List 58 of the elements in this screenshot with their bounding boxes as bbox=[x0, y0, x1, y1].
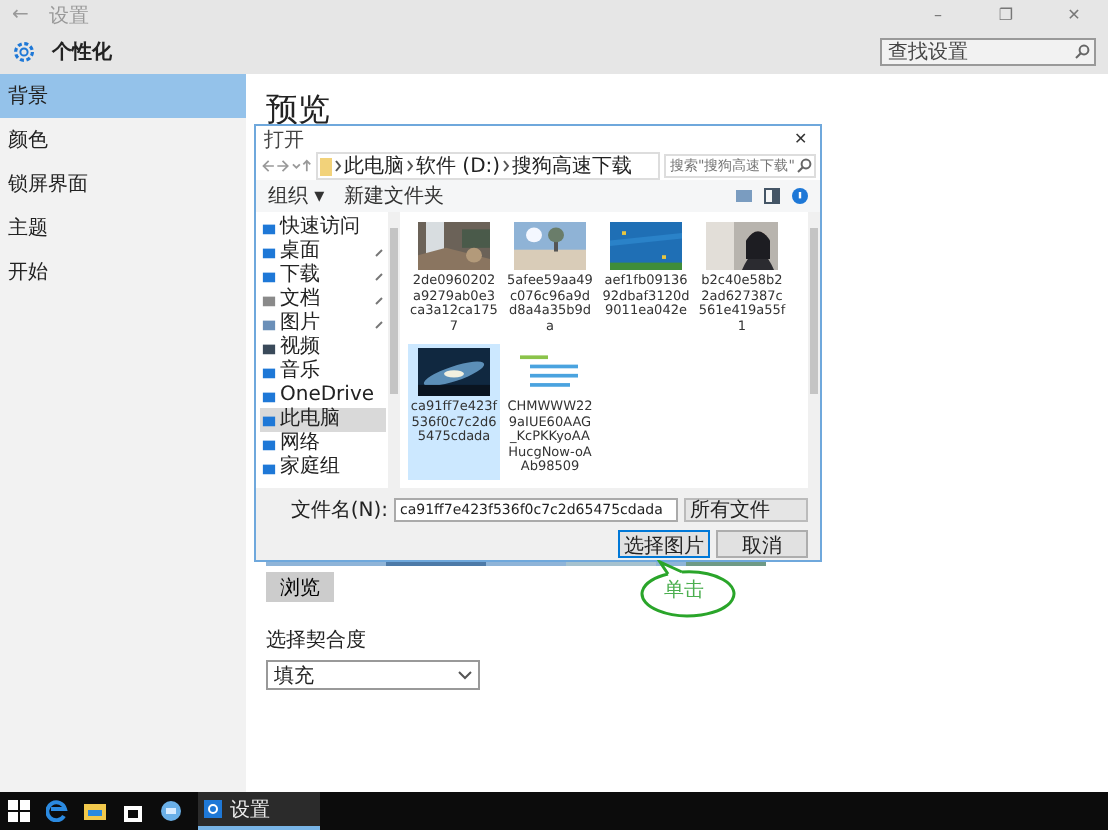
folder-icon[interactable] bbox=[84, 800, 106, 822]
select-button[interactable]: 选择图片 bbox=[618, 530, 710, 558]
windows-icon[interactable] bbox=[8, 800, 30, 822]
section-heading: 预览 bbox=[266, 90, 330, 129]
nav-item[interactable]: 文档 bbox=[260, 288, 386, 312]
chevron-right-icon bbox=[502, 160, 511, 172]
sidebar-item[interactable]: 背景 bbox=[0, 74, 246, 118]
chevron-right-icon bbox=[406, 160, 414, 172]
view-icon[interactable] bbox=[736, 188, 752, 204]
fit-dropdown[interactable]: 填充 bbox=[266, 660, 480, 690]
sidebar-item[interactable]: 主题 bbox=[0, 206, 246, 250]
browse-button[interactable]: 浏览 bbox=[266, 572, 334, 602]
sidebar-item[interactable]: 开始 bbox=[0, 250, 246, 294]
toolbar-button[interactable]: 组织 ▾ bbox=[268, 182, 325, 210]
chevron-down-icon bbox=[458, 670, 472, 680]
close-button[interactable]: ✕ bbox=[1040, 6, 1108, 24]
breadcrumb-item[interactable]: 搜狗高速下载 bbox=[512, 152, 633, 180]
address-bar[interactable]: 此电脑 软件 (D:) 搜狗高速下载 bbox=[316, 152, 660, 180]
search-icon bbox=[1074, 44, 1090, 60]
cancel-button[interactable]: 取消 bbox=[716, 530, 808, 558]
window-title: 设置 bbox=[48, 3, 89, 29]
nav-item[interactable]: 下载 bbox=[260, 264, 386, 288]
chevron-right-icon bbox=[334, 160, 342, 172]
taskbar-app[interactable]: 设置 bbox=[198, 792, 320, 830]
dialog-title: 打开 bbox=[264, 127, 304, 153]
close-button[interactable]: ✕ bbox=[790, 129, 812, 149]
nav-item[interactable]: OneDrive bbox=[260, 384, 386, 408]
fit-label: 选择契合度 bbox=[266, 627, 366, 654]
folder-icon bbox=[320, 157, 332, 175]
callout-text: 单击 bbox=[664, 577, 704, 604]
help-icon[interactable] bbox=[792, 188, 808, 204]
scrollbar[interactable] bbox=[388, 212, 400, 488]
maximize-button[interactable]: ❐ bbox=[972, 6, 1040, 24]
pane-icon[interactable] bbox=[764, 188, 780, 204]
sidebar-item[interactable]: 锁屏界面 bbox=[0, 162, 246, 206]
search-field[interactable]: 查找设置 bbox=[880, 38, 1096, 66]
nav-item[interactable]: 视频 bbox=[260, 336, 386, 360]
navigation-arrows-icon[interactable] bbox=[260, 158, 312, 174]
minimize-button[interactable]: – bbox=[904, 6, 972, 24]
browser-icon[interactable] bbox=[46, 800, 68, 822]
breadcrumb-item[interactable]: 软件 (D:) bbox=[416, 152, 501, 180]
gear-icon bbox=[204, 800, 222, 818]
nav-item[interactable]: 图片 bbox=[260, 312, 386, 336]
nav-item[interactable]: 此电脑 bbox=[260, 408, 386, 432]
nav-item[interactable]: 快速访问 bbox=[260, 216, 386, 240]
search-icon bbox=[796, 158, 812, 174]
toolbar-button[interactable]: 新建文件夹 bbox=[344, 182, 445, 210]
nav-item[interactable]: 家庭组 bbox=[260, 456, 386, 480]
page-title: 个性化 bbox=[52, 39, 112, 66]
scrollbar[interactable] bbox=[808, 212, 820, 488]
filetype-dropdown[interactable]: 所有文件 bbox=[684, 498, 808, 522]
nav-item[interactable]: 网络 bbox=[260, 432, 386, 456]
breadcrumb-item[interactable]: 此电脑 bbox=[344, 152, 404, 180]
nav-item[interactable]: 音乐 bbox=[260, 360, 386, 384]
settings-icon bbox=[12, 40, 36, 64]
filename-label: 文件名(N): bbox=[290, 497, 388, 524]
sidebar-item[interactable]: 颜色 bbox=[0, 118, 246, 162]
nav-item[interactable]: 桌面 bbox=[260, 240, 386, 264]
